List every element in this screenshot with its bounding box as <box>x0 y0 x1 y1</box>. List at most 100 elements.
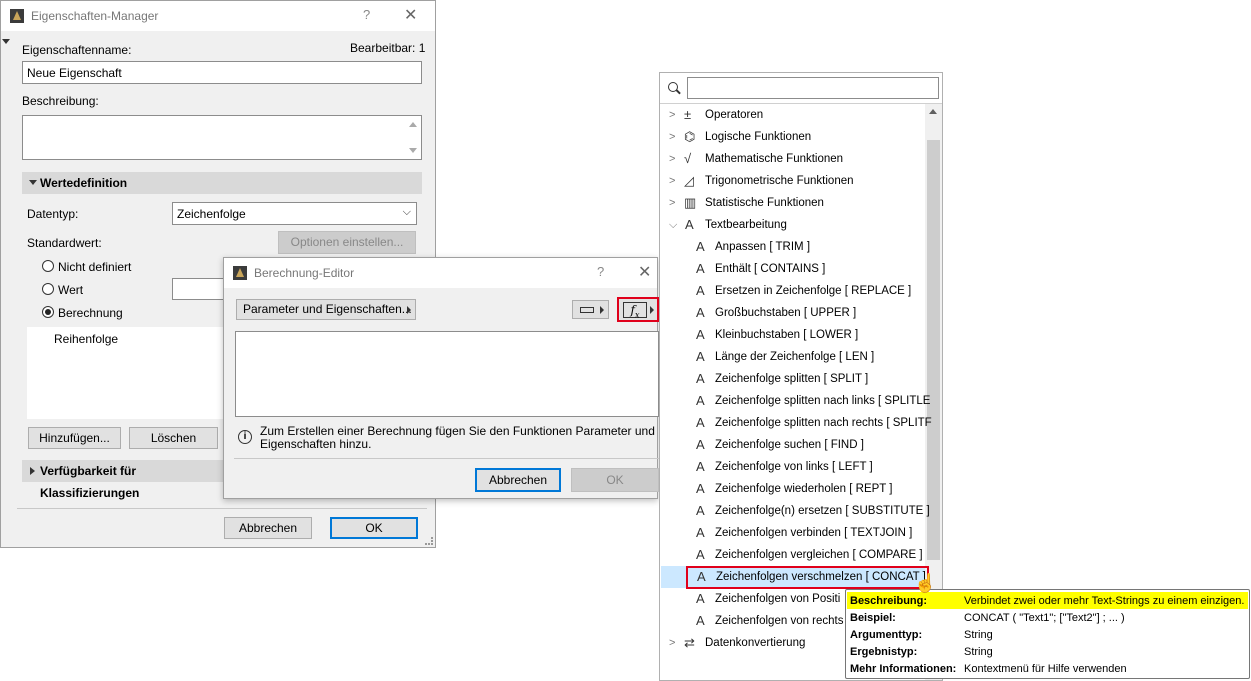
help-icon[interactable]: ? <box>363 7 370 22</box>
add-button[interactable]: Hinzufügen... <box>28 427 121 449</box>
chevron-right-icon[interactable]: > <box>669 170 675 192</box>
order-list[interactable]: Reihenfolge <box>27 327 227 419</box>
radio-value[interactable] <box>42 283 54 295</box>
function-item-label: Enthält [ CONTAINS ] <box>715 263 826 275</box>
function-item[interactable]: A Zeichenfolge splitten [ SPLIT ] <box>660 368 922 390</box>
function-item-label: Zeichenfolge(n) ersetzen [ SUBSTITUTE ] <box>715 505 930 517</box>
collapsed-triangle-icon <box>30 467 35 475</box>
function-item[interactable]: A Zeichenfolge splitten nach rechts [ SPL… <box>660 412 932 434</box>
tooltip-desc-value: Verbindet zwei oder mehr Text-Strings zu… <box>964 595 1245 607</box>
function-item[interactable]: A Zeichenfolge wiederholen [ REPT ] <box>660 478 922 500</box>
function-item[interactable]: A Zeichenfolgen verbinden [ TEXTJOIN ] <box>660 522 922 544</box>
tree-category[interactable]: > ◿ Trigonometrische Funktionen <box>660 170 922 192</box>
collapse-arrow-icon[interactable] <box>2 39 10 44</box>
text-function-icon: A <box>696 371 705 386</box>
chevron-right-icon[interactable]: > <box>669 632 675 654</box>
app-icon <box>10 9 24 23</box>
function-item[interactable]: A Zeichenfolgen verschmelzen [ CONCAT ] <box>661 566 929 589</box>
editor-cancel-button[interactable]: Abbrechen <box>475 468 561 492</box>
chevron-down-icon[interactable]: ⌵ <box>669 214 677 236</box>
chevron-right-icon[interactable]: > <box>669 126 675 148</box>
arrow-right-icon <box>600 306 604 314</box>
value-definition-title: Wertedefinition <box>40 176 128 190</box>
function-item[interactable]: A Zeichenfolge suchen [ FIND ] <box>660 434 922 456</box>
tooltip-argtype-value: String <box>964 629 993 641</box>
editor-ok-button[interactable]: OK <box>571 468 659 492</box>
textarea-scroll-up-icon[interactable] <box>409 122 417 127</box>
divider <box>17 508 427 509</box>
function-item[interactable]: A Zeichenfolge(n) ersetzen [ SUBSTITUTE ] <box>660 500 930 522</box>
manager-cancel-button[interactable]: Abbrechen <box>224 517 312 539</box>
editor-divider <box>234 458 659 459</box>
editor-titlebar[interactable]: Berechnung-Editor ? ✕ <box>224 258 657 288</box>
scroll-up-icon[interactable] <box>929 109 937 114</box>
function-item[interactable]: A Enthält [ CONTAINS ] <box>660 258 922 280</box>
manager-title: Eigenschaften-Manager <box>31 9 159 23</box>
function-item-label: Ersetzen in Zeichenfolge [ REPLACE ] <box>715 285 912 297</box>
delete-button[interactable]: Löschen <box>129 427 218 449</box>
datatype-select[interactable]: Zeichenfolge ⌵ <box>172 202 417 225</box>
function-item[interactable]: A Kleinbuchstaben [ LOWER ] <box>660 324 922 346</box>
units-button[interactable] <box>572 300 609 319</box>
text-function-icon: A <box>696 239 705 254</box>
parameters-properties-label: Parameter und Eigenschaften... <box>243 302 412 316</box>
scrollbar-thumb[interactable] <box>927 140 940 560</box>
tree-category-expanded[interactable]: ⌵ A Textbearbeitung <box>660 214 922 236</box>
radio-calculation[interactable] <box>42 306 54 318</box>
availability-section[interactable]: Verfügbarkeit für Klassifizierungen <box>22 460 232 500</box>
manager-ok-button[interactable]: OK <box>330 517 418 539</box>
calculation-hint: Zum Erstellen einer Berechnung fügen Sie… <box>260 424 655 451</box>
property-name-input[interactable]: Neue Eigenschaft <box>22 61 422 84</box>
expanded-triangle-icon <box>29 180 37 185</box>
formula-textarea[interactable] <box>235 331 659 417</box>
text-function-icon: A <box>696 393 705 408</box>
tree-category[interactable]: > ⌬ Logische Funktionen <box>660 126 922 148</box>
function-item[interactable]: A Zeichenfolgen vergleichen [ COMPARE ] <box>660 544 923 566</box>
category-icon: ± <box>684 107 692 122</box>
function-search-input[interactable] <box>687 77 939 99</box>
editor-close-icon[interactable]: ✕ <box>638 262 651 282</box>
resize-grip-icon[interactable] <box>425 537 433 545</box>
tree-category[interactable]: > √ Mathematische Funktionen <box>660 148 922 170</box>
function-item[interactable]: A Länge der Zeichenfolge [ LEN ] <box>660 346 922 368</box>
radio-undefined[interactable] <box>42 260 54 272</box>
tree-category[interactable]: > ▥ Statistische Funktionen <box>660 192 922 214</box>
function-item-label: Zeichenfolgen von Positi <box>715 593 841 605</box>
function-item[interactable]: A Zeichenfolge splitten nach links [ SPLI… <box>660 390 930 412</box>
value-definition-section[interactable]: Wertedefinition <box>22 172 422 194</box>
parameters-properties-button[interactable]: Parameter und Eigenschaften... <box>236 299 416 320</box>
tree-category-label: Trigonometrische Funktionen <box>705 175 854 187</box>
description-textarea[interactable] <box>22 115 422 160</box>
chevron-right-icon[interactable]: > <box>669 148 675 170</box>
function-item[interactable]: A Zeichenfolge von links [ LEFT ] <box>660 456 922 478</box>
set-options-button[interactable]: Optionen einstellen... <box>278 231 416 254</box>
functions-button[interactable]: fx <box>617 297 659 322</box>
chevron-right-icon[interactable]: > <box>669 104 675 126</box>
text-function-icon: A <box>697 569 706 584</box>
function-item[interactable]: A Ersetzen in Zeichenfolge [ REPLACE ] <box>660 280 922 302</box>
tree-category[interactable]: > ± Operatoren <box>660 104 922 126</box>
datatype-value: Zeichenfolge <box>177 207 246 221</box>
text-function-icon: A <box>696 305 705 320</box>
function-item-label: Zeichenfolgen vergleichen [ COMPARE ] <box>715 549 923 561</box>
editor-help-icon[interactable]: ? <box>597 264 604 279</box>
text-function-icon: A <box>696 525 705 540</box>
function-item[interactable]: A Großbuchstaben [ UPPER ] <box>660 302 922 324</box>
order-column-header: Reihenfolge <box>54 332 119 346</box>
manager-titlebar[interactable]: Eigenschaften-Manager ? ✕ <box>1 1 435 31</box>
function-item[interactable]: A Anpassen [ TRIM ] <box>660 236 922 258</box>
category-icon: ⌬ <box>684 129 696 144</box>
close-icon[interactable]: ✕ <box>404 5 417 25</box>
datatype-label: Datentyp: <box>27 207 79 221</box>
tooltip-example-key: Beispiel: <box>850 612 896 624</box>
textarea-scroll-down-icon[interactable] <box>409 148 417 153</box>
text-function-icon: A <box>696 547 705 562</box>
hand-pointer-cursor-icon: ☝ <box>914 573 937 593</box>
editable-count: Bearbeitbar: 1 <box>350 41 426 55</box>
radio-calculation-label: Berechnung <box>58 306 123 320</box>
tooltip-example-value: CONCAT ( "Text1"; ["Text2"] ; ... ) <box>964 612 1125 624</box>
radio-undefined-label: Nicht definiert <box>58 260 132 274</box>
category-icon: √ <box>684 151 692 166</box>
text-function-icon: A <box>696 415 705 430</box>
chevron-right-icon[interactable]: > <box>669 192 675 214</box>
